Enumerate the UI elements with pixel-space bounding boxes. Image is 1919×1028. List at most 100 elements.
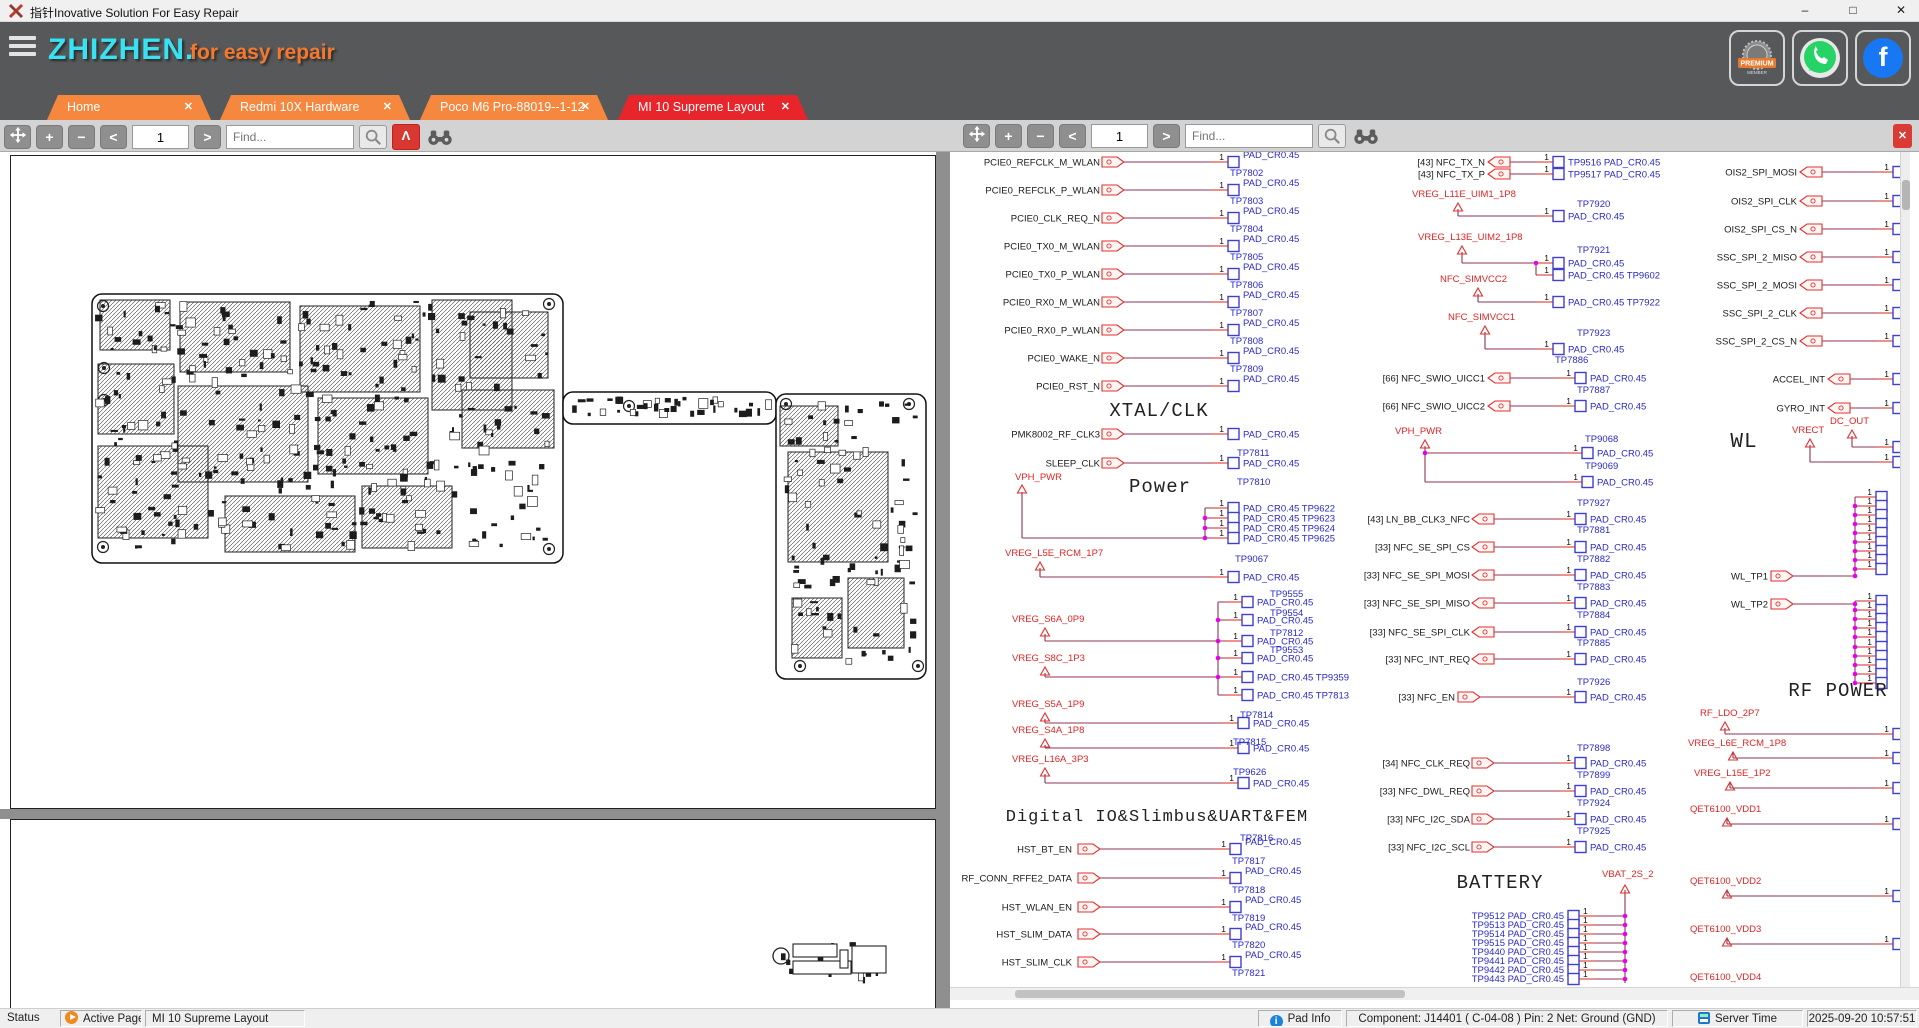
search-button[interactable] [1318,124,1346,148]
prev-page-button[interactable]: < [1059,124,1086,148]
vertical-scrollbar[interactable] [1900,152,1910,987]
close-icon[interactable]: ✕ [1886,0,1916,21]
zoom-out-button[interactable]: − [68,125,95,149]
premium-member-button[interactable]: PREMIUM MEMBER [1729,30,1785,86]
test-pad[interactable] [1227,267,1240,281]
board-layout-pane[interactable] [0,152,936,1008]
test-pad[interactable] [1229,955,1242,969]
test-pad[interactable] [1229,842,1242,856]
binoculars-button[interactable] [1351,124,1381,148]
signal-label: HST_SLIM_CLK [1002,958,1073,969]
small-component [678,401,681,407]
test-pad[interactable] [1241,595,1254,609]
small-component [185,317,196,328]
scrollbar-thumb[interactable] [1902,180,1910,210]
horizontal-scrollbar[interactable] [950,987,1919,1000]
test-pad[interactable] [1552,167,1565,181]
test-pad[interactable] [1229,900,1242,914]
test-pad[interactable] [1574,812,1587,826]
test-pad[interactable] [1574,840,1587,854]
test-pad[interactable] [1227,211,1240,225]
test-pad[interactable] [1241,613,1254,627]
test-pad[interactable] [1227,351,1240,365]
test-pad[interactable] [1227,427,1240,441]
next-page-button[interactable]: > [1153,124,1180,148]
test-pad[interactable] [1552,342,1565,356]
test-pad[interactable] [1574,596,1587,610]
test-pad[interactable] [1574,652,1587,666]
zoom-in-button[interactable]: + [995,124,1022,148]
pan-tool-button[interactable] [963,124,990,148]
test-pad[interactable] [1241,634,1254,648]
maximize-icon[interactable]: □ [1838,0,1868,21]
test-pad[interactable] [1227,456,1240,470]
test-pad[interactable] [1574,756,1587,770]
junction-dot [1852,566,1858,572]
test-pad[interactable] [1227,183,1240,197]
test-pad[interactable] [1574,625,1587,639]
test-pad[interactable] [1227,531,1240,545]
test-pad[interactable] [1241,670,1254,684]
find-input[interactable] [226,125,354,149]
test-pad[interactable] [1581,446,1594,460]
facebook-button[interactable]: f [1855,30,1911,86]
test-pad[interactable] [1227,239,1240,253]
test-pad[interactable] [1241,651,1254,665]
find-input[interactable] [1185,124,1313,148]
test-pad[interactable] [1229,927,1242,941]
test-pad[interactable] [1552,256,1565,270]
small-component [263,454,270,464]
tab-poco-m6-pro-88019-1-12[interactable]: Poco M6 Pro-88019--1-12 ✕ [420,95,608,120]
test-pad[interactable] [1552,209,1565,223]
hamburger-menu-icon[interactable] [9,36,36,58]
tab-close-icon[interactable]: ✕ [184,95,193,120]
test-pad[interactable] [1227,323,1240,337]
minimize-icon[interactable]: – [1790,0,1820,21]
test-pad[interactable] [1574,784,1587,798]
test-pad[interactable] [1574,512,1587,526]
tab-redmi-10x-hardware[interactable]: Redmi 10X Hardware ✕ [220,95,410,120]
test-pad[interactable] [1875,562,1888,576]
test-pad[interactable] [1574,371,1587,385]
search-button[interactable] [359,125,387,149]
small-component [359,507,365,515]
page-number-input[interactable] [1091,124,1148,148]
pan-tool-button[interactable] [4,125,31,149]
tab-close-icon[interactable]: ✕ [581,95,590,120]
tab-close-icon[interactable]: ✕ [383,95,392,120]
test-pad[interactable] [1574,690,1587,704]
scrollbar-thumb[interactable] [1015,990,1405,998]
pdf-export-button[interactable]: Λ [392,124,420,150]
tab-mi-10-supreme-layout[interactable]: MI 10 Supreme Layout ✕ [618,95,808,120]
schematic-pane[interactable]: PCIE0_REFCLK_M_WLAN 1 PAD_CR0.45 TP7802 PCIE… [950,152,1919,1008]
test-pad[interactable] [1581,475,1594,489]
test-pad[interactable] [1574,540,1587,554]
zoom-out-button[interactable]: − [1027,124,1054,148]
small-component [424,478,431,488]
test-pad[interactable] [1574,568,1587,582]
small-component [809,448,816,458]
test-pad[interactable] [1229,871,1242,885]
junction-dot [1852,539,1858,545]
test-pad[interactable] [1574,399,1587,413]
test-pad[interactable] [1237,776,1250,790]
pane-divider[interactable] [936,152,950,1008]
test-pad[interactable] [1567,972,1580,986]
page-number-input[interactable] [132,125,189,149]
binoculars-button[interactable] [425,125,455,149]
test-pad[interactable] [1552,295,1565,309]
test-pad[interactable] [1241,688,1254,702]
tab-home[interactable]: Home ✕ [47,95,211,120]
test-pad[interactable] [1552,268,1565,282]
test-pad[interactable] [1227,570,1240,584]
zoom-in-button[interactable]: + [36,125,63,149]
whatsapp-button[interactable] [1792,30,1848,86]
test-pad[interactable] [1552,155,1565,169]
test-pad[interactable] [1227,379,1240,393]
test-pad[interactable] [1227,295,1240,309]
tab-close-icon[interactable]: ✕ [781,95,790,120]
prev-page-button[interactable]: < [100,125,127,149]
next-page-button[interactable]: > [194,125,221,149]
panel-close-button[interactable]: ✕ [1893,124,1912,148]
test-pad[interactable] [1227,155,1240,169]
